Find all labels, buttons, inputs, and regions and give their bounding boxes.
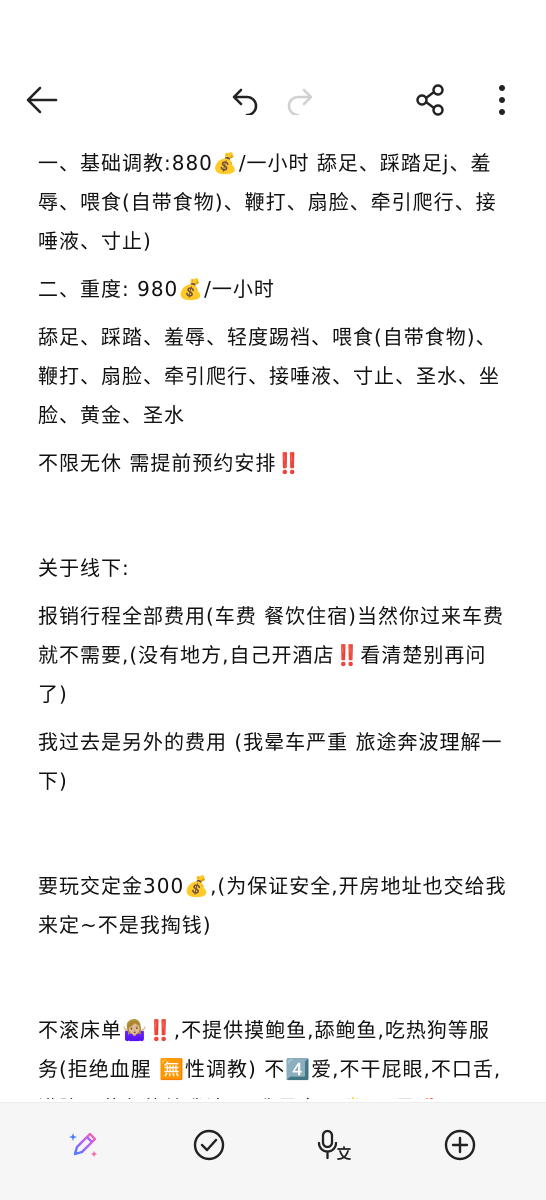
arrow-left-icon: [26, 86, 58, 114]
share-button[interactable]: [406, 76, 454, 124]
note-blank-line: [38, 492, 508, 540]
more-options-button[interactable]: [478, 76, 526, 124]
note-line: 要玩交定金300💰,(为保证安全,开房地址也交给我来定~不是我掏钱): [38, 874, 507, 937]
note-line: 舔足、踩踏、羞辱、轻度踢裆、喂食(自带食物)、鞭打、扇脸、牵引爬行、接唾液、寸止…: [38, 325, 500, 427]
share-icon: [416, 84, 444, 116]
voice-input-button[interactable]: [311, 1122, 357, 1168]
note-line: 二、重度: 980💰/一小时: [38, 277, 275, 301]
redo-button[interactable]: [277, 76, 325, 124]
note-line: 一、基础调教:880💰/一小时 舔足、踩踏足j、羞辱、喂食(自带食物)、鞭打、扇…: [38, 151, 497, 253]
undo-icon: [232, 88, 258, 115]
note-blank-line: [38, 954, 508, 1002]
pen-sparkle-icon: [69, 1132, 97, 1157]
note-line: 报销行程全部费用(车费 餐饮住宿)当然你过来车费就不需要,(没有地方,自己开酒店…: [38, 604, 504, 706]
check-circle-icon: [193, 1129, 225, 1161]
undo-button[interactable]: [220, 76, 268, 124]
add-button[interactable]: [437, 1122, 483, 1168]
redo-icon: [287, 88, 313, 115]
note-content[interactable]: 一、基础调教:880💰/一小时 舔足、踩踏足j、羞辱、喂食(自带食物)、鞭打、扇…: [38, 144, 508, 1099]
back-button[interactable]: [18, 76, 66, 124]
note-line: 我过去是另外的费用 (我晕车严重 旅途奔波理解一下): [38, 730, 503, 793]
checklist-button[interactable]: [186, 1122, 232, 1168]
more-vertical-icon: [499, 85, 505, 115]
note-line: 不限无休 需提前预约安排‼️: [38, 451, 303, 475]
bottom-toolbar: [0, 1102, 546, 1200]
pen-tool-button[interactable]: [61, 1122, 107, 1168]
voice-to-text-icon: [317, 1129, 351, 1160]
note-line: 不滚床单🤷🏼‍♀️‼️,不提供摸鲍鱼,舔鲍鱼,吃热狗等服务(拒绝血腥 🈚性调教)…: [38, 1018, 502, 1099]
plus-circle-icon: [444, 1129, 476, 1161]
note-blank-line: [38, 810, 508, 858]
note-line: 关于线下:: [38, 556, 130, 580]
top-toolbar: [0, 70, 546, 130]
